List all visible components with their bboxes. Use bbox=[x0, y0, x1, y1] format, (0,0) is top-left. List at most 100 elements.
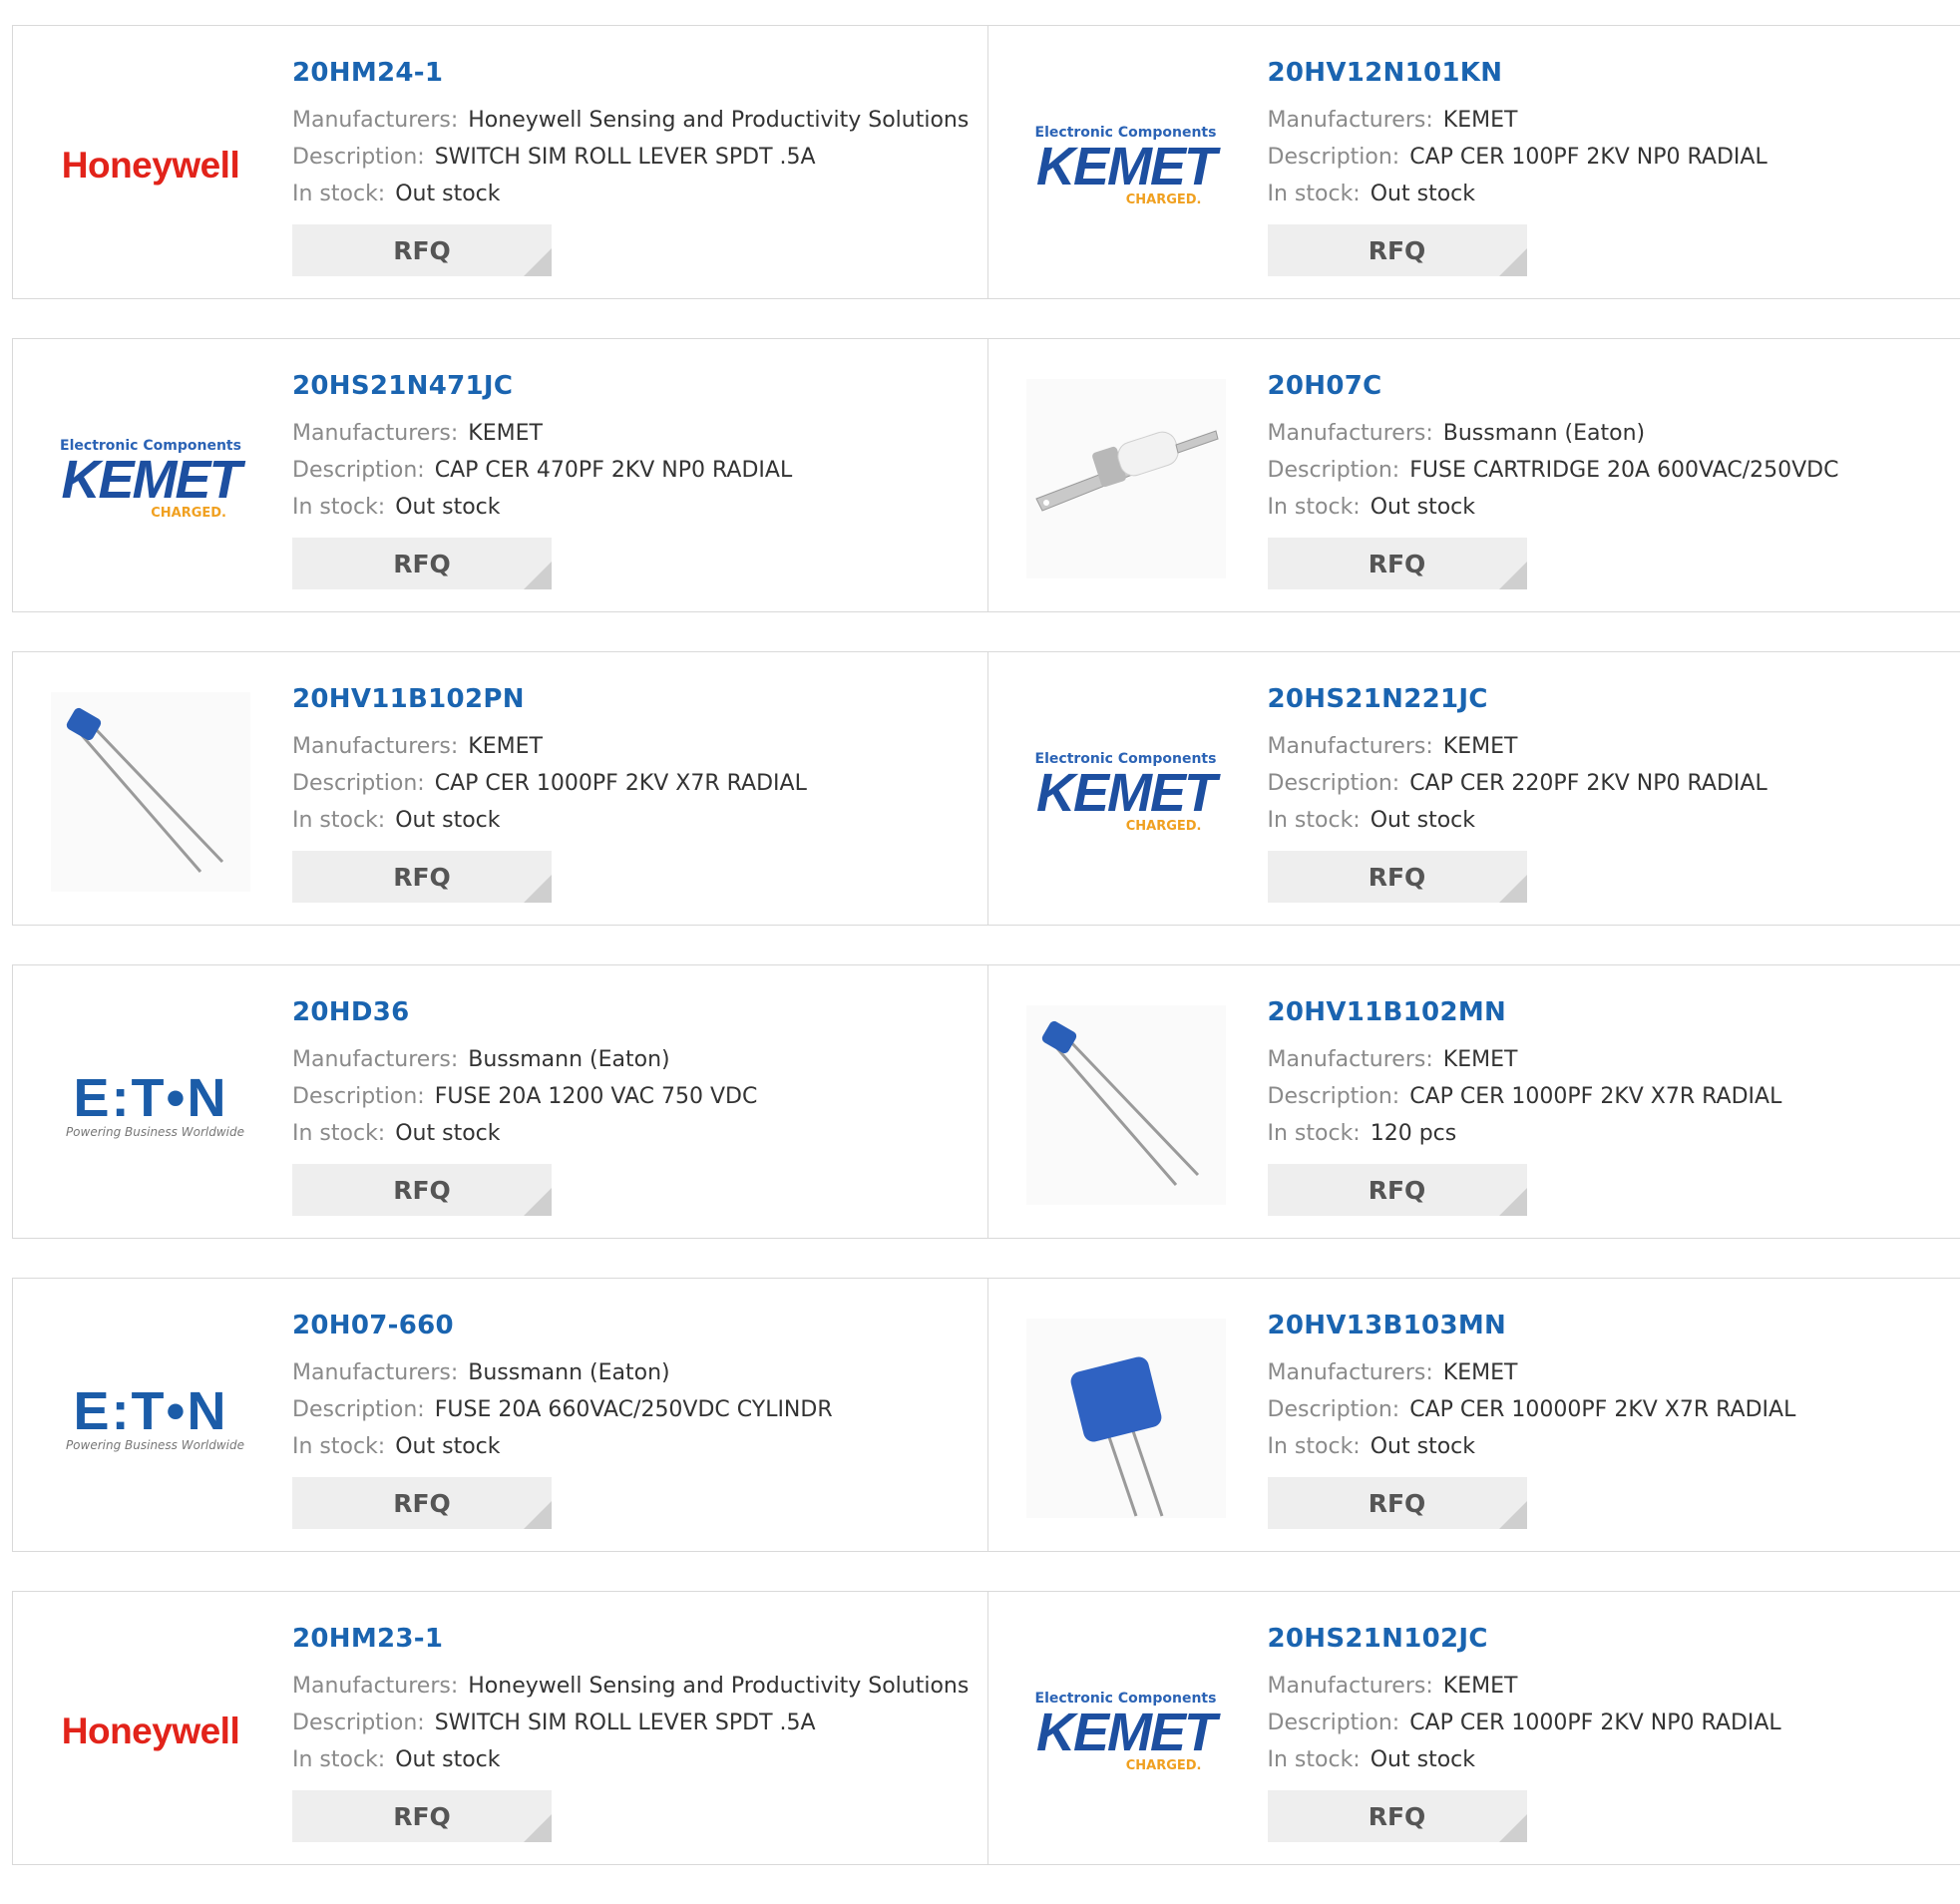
product-thumbnail[interactable] bbox=[1026, 1319, 1226, 1518]
description-line: Description:FUSE 20A 660VAC/250VDC CYLIN… bbox=[292, 1391, 987, 1428]
rfq-button[interactable]: RFQ bbox=[292, 1164, 552, 1216]
corner-triangle-icon bbox=[1499, 875, 1527, 903]
part-number-link[interactable]: 20HS21N471JC bbox=[292, 371, 987, 401]
in-stock-label: In stock: bbox=[292, 1434, 385, 1459]
stock-value: Out stock bbox=[395, 808, 500, 833]
manufacturer-line: Manufacturers:Bussmann (Eaton) bbox=[292, 1041, 987, 1078]
manufacturer-value: KEMET bbox=[1443, 1360, 1518, 1385]
kemet-logo: Electronic ComponentsKEMETCHARGED. bbox=[1026, 751, 1226, 834]
rfq-button[interactable]: RFQ bbox=[1268, 224, 1527, 276]
rfq-button[interactable]: RFQ bbox=[292, 538, 552, 589]
manufacturer-value: Honeywell Sensing and Productivity Solut… bbox=[468, 1674, 969, 1699]
part-number-link[interactable]: 20HS21N221JC bbox=[1268, 684, 1960, 714]
corner-triangle-icon bbox=[1499, 1814, 1527, 1842]
product-thumbnail[interactable]: Electronic ComponentsKEMETCHARGED. bbox=[1026, 692, 1226, 892]
product-card: 20H07C Manufacturers:Bussmann (Eaton) De… bbox=[987, 339, 1960, 611]
stock-line: In stock:Out stock bbox=[1268, 1741, 1960, 1778]
stock-line: In stock:Out stock bbox=[1268, 176, 1960, 212]
product-row: 20HV11B102PN Manufacturers:KEMET Descrip… bbox=[12, 651, 1960, 926]
part-number-link[interactable]: 20HD36 bbox=[292, 997, 987, 1027]
stock-value: 120 pcs bbox=[1371, 1121, 1457, 1146]
rfq-button[interactable]: RFQ bbox=[292, 224, 552, 276]
product-card: E:T•NPowering Business Worldwide 20H07-6… bbox=[13, 1279, 987, 1551]
product-info: 20HS21N102JC Manufacturers:KEMET Descrip… bbox=[1268, 1624, 1960, 1842]
part-number-link[interactable]: 20H07C bbox=[1268, 371, 1960, 401]
rfq-button[interactable]: RFQ bbox=[1268, 851, 1527, 903]
description-value: CAP CER 470PF 2KV NP0 RADIAL bbox=[435, 458, 792, 483]
product-card: Electronic ComponentsKEMETCHARGED. 20HS2… bbox=[987, 1592, 1960, 1864]
stock-value: Out stock bbox=[1371, 808, 1475, 833]
manufacturer-value: KEMET bbox=[1443, 108, 1518, 133]
manufacturer-value: KEMET bbox=[468, 734, 543, 759]
manufacturer-value: Honeywell Sensing and Productivity Solut… bbox=[468, 108, 969, 133]
product-info: 20H07-660 Manufacturers:Bussmann (Eaton)… bbox=[292, 1311, 987, 1529]
product-info: 20HM23-1 Manufacturers:Honeywell Sensing… bbox=[292, 1624, 987, 1842]
rfq-button[interactable]: RFQ bbox=[292, 1790, 552, 1842]
product-thumbnail[interactable] bbox=[1026, 379, 1226, 578]
product-thumbnail[interactable] bbox=[51, 692, 250, 892]
manufacturer-value: Bussmann (Eaton) bbox=[468, 1047, 669, 1072]
in-stock-label: In stock: bbox=[292, 1121, 385, 1146]
manufacturers-label: Manufacturers: bbox=[1268, 1360, 1433, 1385]
part-number-link[interactable]: 20HV11B102PN bbox=[292, 684, 987, 714]
manufacturer-line: Manufacturers:KEMET bbox=[1268, 1668, 1960, 1705]
rfq-label: RFQ bbox=[393, 1802, 451, 1831]
part-number-link[interactable]: 20HS21N102JC bbox=[1268, 1624, 1960, 1654]
rfq-label: RFQ bbox=[393, 863, 451, 892]
part-number-link[interactable]: 20HM24-1 bbox=[292, 58, 987, 88]
in-stock-label: In stock: bbox=[1268, 1121, 1361, 1146]
corner-triangle-icon bbox=[524, 1188, 552, 1216]
product-thumbnail[interactable]: Electronic ComponentsKEMETCHARGED. bbox=[1026, 1632, 1226, 1831]
part-number-link[interactable]: 20H07-660 bbox=[292, 1311, 987, 1340]
part-number-link[interactable]: 20HV13B103MN bbox=[1268, 1311, 1960, 1340]
description-value: CAP CER 1000PF 2KV X7R RADIAL bbox=[435, 771, 807, 796]
manufacturer-line: Manufacturers:Bussmann (Eaton) bbox=[292, 1354, 987, 1391]
in-stock-label: In stock: bbox=[292, 495, 385, 520]
rfq-button[interactable]: RFQ bbox=[1268, 1790, 1527, 1842]
manufacturer-value: KEMET bbox=[1443, 734, 1518, 759]
product-card: Electronic ComponentsKEMETCHARGED. 20HV1… bbox=[987, 26, 1960, 298]
product-card: Electronic ComponentsKEMETCHARGED. 20HS2… bbox=[987, 652, 1960, 925]
product-thumbnail[interactable]: Honeywell bbox=[51, 66, 250, 265]
product-thumbnail[interactable]: Electronic ComponentsKEMETCHARGED. bbox=[1026, 66, 1226, 265]
description-label: Description: bbox=[1268, 458, 1400, 483]
rfq-button[interactable]: RFQ bbox=[292, 851, 552, 903]
description-label: Description: bbox=[1268, 771, 1400, 796]
rfq-button[interactable]: RFQ bbox=[1268, 1164, 1527, 1216]
rfq-button[interactable]: RFQ bbox=[1268, 538, 1527, 589]
part-number-link[interactable]: 20HV12N101KN bbox=[1268, 58, 1960, 88]
corner-triangle-icon bbox=[1499, 562, 1527, 589]
description-label: Description: bbox=[292, 1711, 425, 1735]
in-stock-label: In stock: bbox=[292, 182, 385, 206]
product-thumbnail[interactable]: E:T•NPowering Business Worldwide bbox=[51, 1005, 250, 1205]
corner-triangle-icon bbox=[524, 248, 552, 276]
description-label: Description: bbox=[1268, 1397, 1400, 1422]
part-number-link[interactable]: 20HV11B102MN bbox=[1268, 997, 1960, 1027]
stock-line: In stock: 120 pcs bbox=[1268, 1115, 1960, 1152]
product-thumbnail[interactable]: Honeywell bbox=[51, 1632, 250, 1831]
in-stock-label: In stock: bbox=[1268, 808, 1361, 833]
manufacturer-value: KEMET bbox=[468, 421, 543, 446]
product-thumbnail[interactable]: E:T•NPowering Business Worldwide bbox=[51, 1319, 250, 1518]
description-line: Description:CAP CER 220PF 2KV NP0 RADIAL bbox=[1268, 765, 1960, 802]
description-value: SWITCH SIM ROLL LEVER SPDT .5A bbox=[435, 145, 816, 170]
part-number-link[interactable]: 20HM23-1 bbox=[292, 1624, 987, 1654]
rfq-label: RFQ bbox=[393, 236, 451, 265]
stock-line: In stock:Out stock bbox=[292, 176, 987, 212]
rfq-button[interactable]: RFQ bbox=[292, 1477, 552, 1529]
rfq-button[interactable]: RFQ bbox=[1268, 1477, 1527, 1529]
manufacturer-line: Manufacturers:KEMET bbox=[1268, 1041, 1960, 1078]
product-thumbnail[interactable] bbox=[1026, 1005, 1226, 1205]
stock-line: In stock:Out stock bbox=[292, 802, 987, 839]
product-info: 20HD36 Manufacturers:Bussmann (Eaton) De… bbox=[292, 997, 987, 1216]
description-line: Description:CAP CER 470PF 2KV NP0 RADIAL bbox=[292, 452, 987, 489]
stock-value: Out stock bbox=[1371, 1747, 1475, 1772]
rfq-label: RFQ bbox=[1369, 1489, 1426, 1518]
description-value: FUSE 20A 660VAC/250VDC CYLINDR bbox=[435, 1397, 833, 1422]
product-info: 20HV11B102PN Manufacturers:KEMET Descrip… bbox=[292, 684, 987, 903]
product-card: E:T•NPowering Business Worldwide 20HD36 … bbox=[13, 965, 987, 1238]
stock-value: Out stock bbox=[1371, 1434, 1475, 1459]
manufacturers-label: Manufacturers: bbox=[1268, 1047, 1433, 1072]
stock-line: In stock:Out stock bbox=[1268, 489, 1960, 526]
product-thumbnail[interactable]: Electronic ComponentsKEMETCHARGED. bbox=[51, 379, 250, 578]
